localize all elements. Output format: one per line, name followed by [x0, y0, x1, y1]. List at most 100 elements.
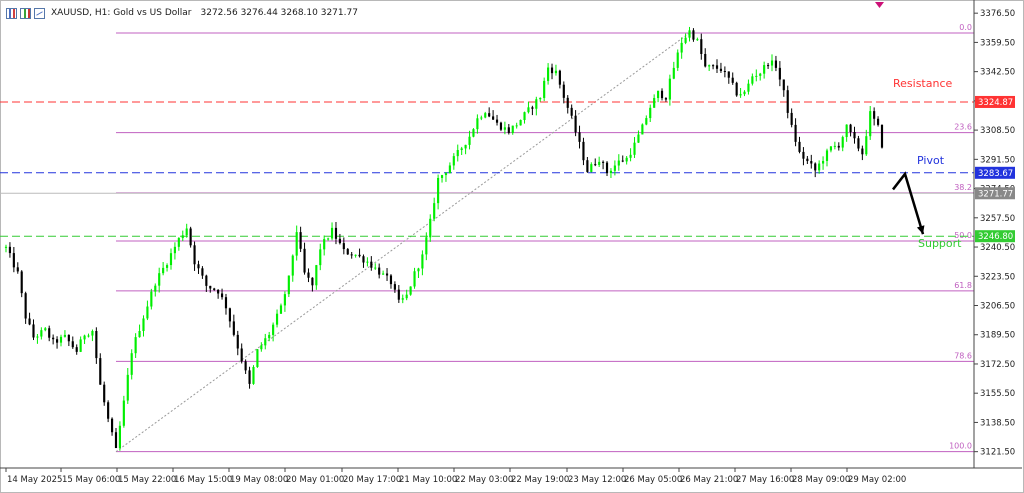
- candle-body: [409, 286, 412, 295]
- candle-body: [727, 71, 730, 78]
- time-tick-label: 23 May 12:00: [568, 475, 626, 485]
- candle-body: [197, 264, 200, 269]
- candle-body: [880, 124, 884, 148]
- candle-body: [664, 98, 668, 100]
- candle-body: [311, 277, 314, 286]
- candle-body: [767, 65, 770, 67]
- fib-trend-line: [115, 32, 690, 453]
- fib-level-label: 0.0: [959, 23, 972, 32]
- current-price-label: 3271.77: [978, 189, 1013, 199]
- candle-body: [452, 156, 455, 166]
- candle-body: [637, 134, 640, 143]
- candle-body: [323, 239, 326, 250]
- candle-body: [708, 65, 711, 67]
- candle-body: [389, 275, 393, 285]
- time-tick-label: 21 May 10:00: [399, 475, 457, 485]
- candle-body: [876, 118, 880, 125]
- price-tick-label: 3359.50: [980, 38, 1015, 48]
- candle-body: [366, 261, 369, 263]
- candle-body: [554, 70, 558, 74]
- support-annotation: Support: [918, 237, 962, 250]
- candle-body: [350, 254, 353, 256]
- candle-body: [67, 334, 70, 342]
- candle-body: [476, 118, 479, 130]
- candle-body: [810, 161, 813, 164]
- candle-body: [260, 345, 263, 350]
- candle-body: [672, 67, 675, 79]
- candle-body: [354, 254, 357, 256]
- candle-body: [790, 112, 793, 125]
- fib-level-label: 100.0: [949, 442, 972, 451]
- candle-body: [649, 107, 652, 119]
- candle-body: [91, 331, 94, 336]
- candle-body: [460, 148, 463, 151]
- candle-body: [562, 84, 565, 98]
- candle-body: [692, 30, 695, 40]
- candle-body: [401, 298, 404, 300]
- price-chart[interactable]: 0.023.638.250.061.878.6100.0ResistancePi…: [0, 0, 1024, 493]
- candle-body: [715, 65, 719, 69]
- candle-body: [814, 163, 817, 171]
- fib-level-label: 23.6: [954, 123, 972, 132]
- candle-body: [209, 285, 212, 289]
- candle-body: [547, 67, 550, 81]
- candle-body: [279, 305, 283, 314]
- projection-arrow: [892, 171, 925, 235]
- candle-body: [437, 177, 440, 204]
- candle-body: [633, 142, 636, 155]
- candle-body: [425, 237, 428, 255]
- candle-body: [295, 232, 298, 256]
- candle-body: [574, 115, 577, 133]
- time-tick-label: 16 May 15:00: [174, 475, 232, 485]
- candle-body: [582, 141, 585, 161]
- candle-body: [95, 331, 98, 359]
- candle-body: [472, 129, 475, 137]
- candle-body: [122, 400, 125, 426]
- candle-body: [704, 53, 707, 67]
- candle-body: [731, 77, 734, 83]
- fib-level-label: 38.2: [954, 183, 972, 192]
- candle-body: [578, 132, 581, 142]
- candle-body: [499, 122, 503, 130]
- candle-body: [660, 90, 664, 99]
- candle-body: [397, 289, 400, 300]
- time-tick-label: 26 May 05:00: [624, 475, 682, 485]
- candle-body: [857, 138, 860, 149]
- candle-body: [440, 175, 444, 178]
- candle-body: [511, 125, 514, 133]
- candle-body: [818, 163, 821, 171]
- time-tick-label: 20 May 17:00: [343, 475, 401, 485]
- candle-body: [837, 145, 840, 148]
- candle-body: [236, 334, 239, 349]
- candle-body: [429, 218, 432, 238]
- candle-body: [570, 107, 573, 116]
- candle-body: [539, 97, 542, 100]
- candle-body: [503, 127, 506, 130]
- time-tick-label: 15 May 22:00: [118, 475, 176, 485]
- candle-body: [55, 339, 59, 343]
- candle-body: [307, 272, 310, 278]
- candle-body: [684, 37, 687, 43]
- candle-body: [641, 124, 644, 135]
- candle-body: [126, 374, 129, 401]
- candle-body: [770, 60, 774, 66]
- candle-body: [382, 273, 385, 275]
- time-tick-label: 28 May 09:00: [792, 475, 850, 485]
- candle-body: [421, 254, 424, 269]
- candle-body: [480, 117, 483, 119]
- candle-body: [44, 328, 47, 331]
- candle-body: [189, 228, 192, 246]
- candle-body: [252, 367, 255, 384]
- candle-body: [433, 203, 436, 219]
- time-tick-label: 26 May 21:00: [680, 475, 738, 485]
- candle-body: [287, 275, 290, 295]
- candle-body: [566, 97, 569, 108]
- candle-body: [794, 124, 797, 142]
- candle-body: [283, 294, 286, 306]
- candle-body: [334, 227, 338, 239]
- candle-body: [138, 330, 141, 338]
- candle-body: [865, 136, 868, 155]
- candle-body: [719, 68, 723, 71]
- price-tick-label: 3172.50: [980, 360, 1015, 370]
- price-tick-label: 3206.50: [980, 302, 1015, 312]
